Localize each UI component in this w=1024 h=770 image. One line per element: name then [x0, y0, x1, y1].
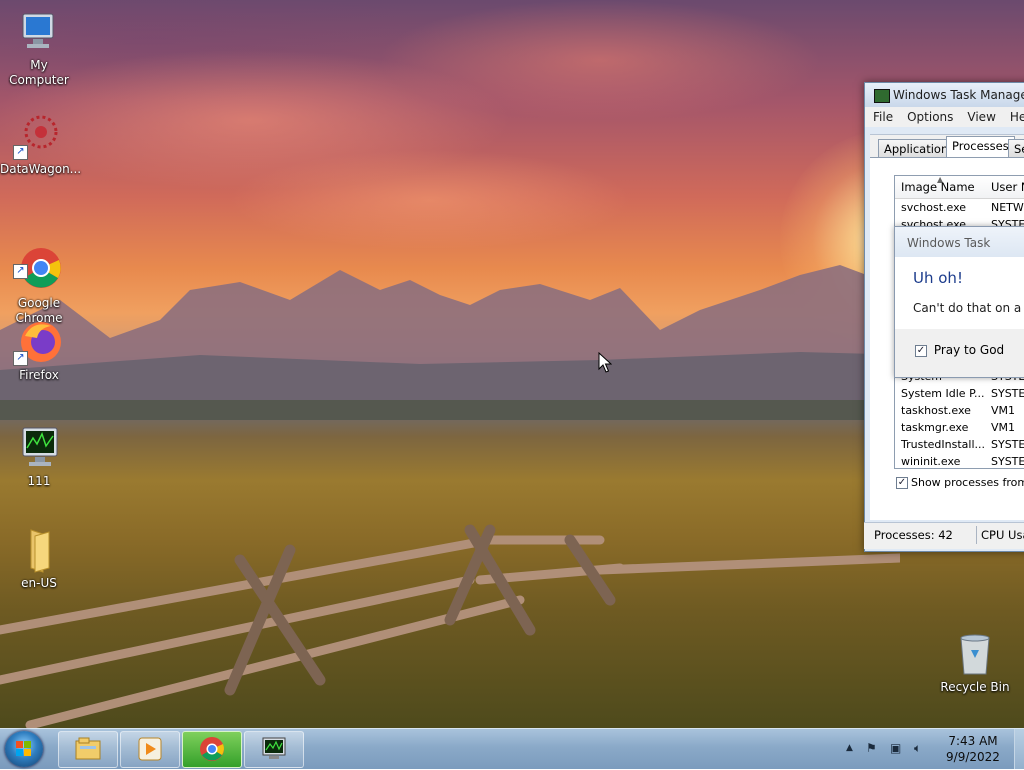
show-desktop-button[interactable] [1014, 729, 1024, 769]
desktop-icon-111[interactable]: 111 [0, 424, 78, 489]
process-user: SYSTE [991, 438, 1024, 451]
table-row[interactable]: TrustedInstall... SYSTE [895, 436, 1024, 453]
menu-help[interactable]: Hel [1002, 110, 1024, 124]
desktop-icon-my-computer[interactable]: My Computer [0, 8, 78, 88]
windows-logo-icon [16, 741, 31, 756]
menu-view[interactable]: View [959, 110, 1001, 124]
desktop-icon-recycle-bin[interactable]: Recycle Bin [936, 630, 1014, 695]
table-row[interactable]: System Idle P... SYSTE [895, 385, 1024, 402]
table-row[interactable]: taskmgr.exe VM1 [895, 419, 1024, 436]
desktop-icon-label: 111 [27, 474, 51, 488]
status-cpu-usage: CPU Usa [981, 528, 1024, 542]
desktop-icon-label: Firefox [19, 368, 59, 382]
task-manager-icon [874, 89, 890, 103]
column-image-name[interactable]: Image Name [901, 176, 975, 198]
clock-date: 9/9/2022 [946, 750, 1000, 764]
process-user: SYSTE [991, 387, 1024, 400]
menu-file[interactable]: File [865, 110, 899, 124]
taskbar-media-player-button[interactable] [120, 731, 180, 768]
process-user: VM1 [991, 421, 1016, 434]
show-all-processes-checkbox[interactable]: ✓ [896, 477, 908, 489]
dialog-message: Can't do that on a Ch [913, 301, 1024, 315]
desktop-icon-label: en-US [21, 576, 57, 590]
dialog-heading: Uh oh! [913, 269, 963, 287]
error-dialog[interactable]: Windows Task Manage Uh oh! Can't do that… [894, 226, 1024, 378]
media-player-icon [138, 737, 162, 761]
taskbar-explorer-button[interactable] [58, 731, 118, 768]
table-row[interactable]: wininit.exe SYSTE [895, 453, 1024, 468]
shortcut-arrow-icon: ↗ [13, 145, 28, 160]
process-name: taskmgr.exe [901, 421, 969, 434]
desktop-icon-label: Recycle Bin [940, 680, 1010, 694]
status-processes-count: Processes: 42 [874, 528, 953, 542]
show-all-processes-label: Show processes from al [911, 476, 1024, 489]
show-hidden-icons-icon[interactable]: ▲ [846, 743, 853, 753]
taskbar: ▲ ⚑ ▣ 🔈︎ 7:43 AM 9/9/2022 [0, 728, 1024, 769]
taskbar-chrome-button[interactable] [182, 731, 242, 768]
folder-icon [15, 526, 63, 574]
column-user-name[interactable]: User N [991, 176, 1024, 198]
process-name: wininit.exe [901, 455, 961, 468]
task-manager-title: Windows Task Manager [893, 88, 1024, 102]
table-row[interactable]: taskhost.exe VM1 [895, 402, 1024, 419]
process-name: System Idle P... [901, 387, 985, 400]
wooden-fence [0, 524, 900, 728]
status-separator [976, 526, 977, 544]
volume-icon[interactable]: 🔈︎ [914, 741, 921, 756]
my-computer-icon [15, 8, 63, 56]
network-icon[interactable]: ▣ [890, 741, 901, 755]
show-all-processes-row[interactable]: ✓Show processes from al [896, 476, 1024, 489]
shortcut-arrow-icon: ↗ [13, 264, 28, 279]
process-user: VM1 [991, 404, 1016, 417]
desktop-icon-firefox[interactable]: ↗ Firefox [0, 318, 78, 383]
pray-to-god-row[interactable]: ✓ Pray to God [915, 343, 1004, 357]
process-name: taskhost.exe [901, 404, 971, 417]
pray-to-god-checkbox[interactable]: ✓ [915, 344, 927, 357]
shortcut-arrow-icon: ↗ [13, 351, 28, 366]
tab-services[interactable]: Se [1008, 139, 1024, 158]
process-user: NETWO [991, 201, 1024, 214]
recycle-bin-icon [951, 630, 999, 678]
task-manager-statusbar: Processes: 42 CPU Usa [864, 522, 1024, 549]
process-user: SYSTE [991, 455, 1024, 468]
desktop-icon-label: DataWagon... [0, 162, 82, 176]
process-name: svchost.exe [901, 201, 967, 214]
tab-processes[interactable]: Processes [946, 136, 1015, 159]
task-manager-menubar: FileOptionsViewHel [865, 107, 1024, 127]
clock-time: 7:43 AM [948, 734, 998, 748]
taskbar-task-manager-button[interactable] [244, 731, 304, 768]
desktop-icon-label: My Computer [9, 58, 69, 87]
taskbar-clock[interactable]: 7:43 AM 9/9/2022 [930, 733, 1016, 765]
chrome-icon: ↗ [13, 231, 63, 288]
action-center-flag-icon[interactable]: ⚑ [866, 741, 877, 755]
chrome-icon [200, 737, 224, 761]
firefox-icon: ↗ [13, 318, 63, 366]
mouse-cursor-icon [598, 352, 612, 373]
start-button[interactable] [5, 731, 43, 767]
task-manager-icon [262, 737, 286, 759]
menu-options[interactable]: Options [899, 110, 959, 124]
table-row[interactable]: svchost.exe NETWO [895, 199, 1024, 216]
process-name: TrustedInstall... [901, 438, 985, 451]
explorer-icon [75, 737, 101, 760]
desktop-icon-datawagon[interactable]: ↗ DataWagon... [0, 112, 82, 177]
desktop-icon-en-us[interactable]: en-US [0, 526, 78, 591]
datawagon-icon: ↗ [13, 112, 63, 160]
process-list-header: ▲ Image Name User N [895, 176, 1024, 199]
pray-to-god-label: Pray to God [933, 343, 1005, 357]
dialog-content: Uh oh! Can't do that on a Ch [895, 257, 1024, 329]
monitor-app-icon [15, 424, 63, 472]
task-manager-titlebar[interactable]: Windows Task Manager [865, 83, 1024, 107]
dialog-titlebar[interactable]: Windows Task Manage [895, 227, 1024, 282]
